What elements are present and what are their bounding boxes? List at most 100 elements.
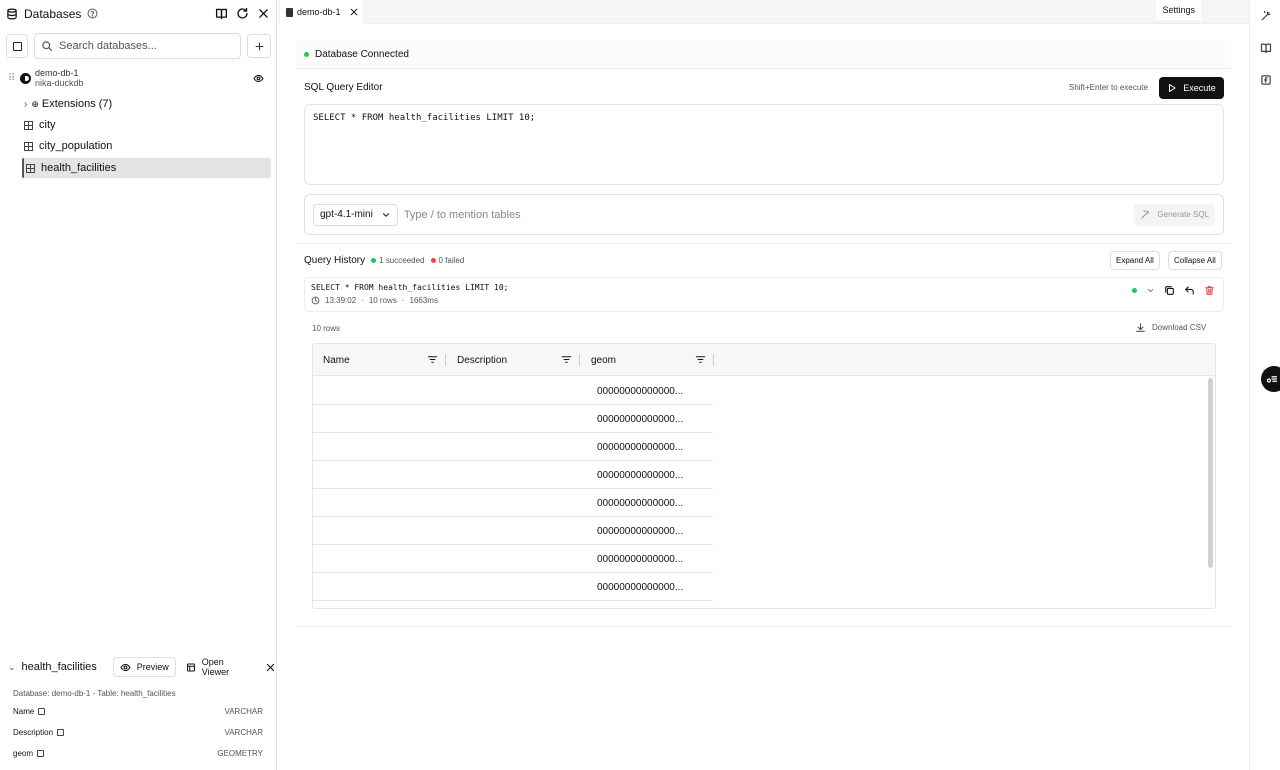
success-dot bbox=[371, 258, 377, 263]
history-meta: 13:39:02 · 10 rows · 1663ms bbox=[311, 296, 1217, 305]
table-row[interactable]: 00000000000000... bbox=[313, 489, 713, 517]
select-toggle-button[interactable] bbox=[6, 34, 28, 58]
open-column-icon[interactable] bbox=[38, 707, 46, 715]
open-viewer-button[interactable]: Open Viewer bbox=[182, 657, 253, 677]
history-time: 13:39:02 bbox=[325, 296, 357, 305]
divider bbox=[296, 243, 1231, 244]
cell-geom: 00000000000000... bbox=[597, 581, 684, 593]
table-item-city-population[interactable]: city_population bbox=[22, 136, 271, 156]
search-row bbox=[6, 33, 271, 59]
book-icon[interactable] bbox=[215, 7, 228, 20]
table-view-icon bbox=[186, 663, 195, 671]
database-icon bbox=[6, 8, 18, 20]
open-column-icon[interactable] bbox=[37, 749, 45, 757]
editor-title: SQL Query Editor bbox=[304, 82, 383, 93]
table-label: city_population bbox=[39, 140, 113, 152]
database-sidebar: Databases ⠿ demo-db-1 nika-duckdb bbox=[0, 0, 277, 770]
cell-geom: 00000000000000... bbox=[597, 469, 684, 481]
column-header-geom[interactable]: geom bbox=[581, 344, 714, 376]
filter-icon[interactable] bbox=[695, 354, 706, 365]
column-header-name[interactable]: Name bbox=[313, 344, 446, 376]
settings-button[interactable]: Settings bbox=[1156, 0, 1201, 20]
execute-button[interactable]: Execute bbox=[1159, 77, 1224, 99]
database-name: demo-db-1 bbox=[35, 68, 79, 78]
help-icon[interactable] bbox=[87, 8, 98, 19]
search-input[interactable] bbox=[59, 40, 239, 52]
table-item-health-facilities[interactable]: health_facilities bbox=[22, 158, 271, 178]
download-csv-label: Download CSV bbox=[1152, 323, 1207, 332]
download-icon bbox=[1136, 323, 1145, 332]
sidebar-title: Databases bbox=[24, 6, 82, 21]
magic-wand-icon[interactable] bbox=[1260, 10, 1272, 22]
column-header-description[interactable]: Description bbox=[447, 344, 580, 376]
database-file-icon bbox=[286, 7, 293, 17]
function-icon[interactable] bbox=[1260, 74, 1272, 86]
generate-sql-button[interactable]: Generate SQL bbox=[1134, 203, 1215, 226]
sql-editor[interactable]: SELECT * FROM health_facilities LIMIT 10… bbox=[304, 104, 1224, 185]
open-viewer-label: Open Viewer bbox=[201, 657, 230, 677]
preview-button[interactable]: Preview bbox=[112, 657, 176, 677]
preview-label: Preview bbox=[136, 662, 169, 672]
history-entry[interactable]: SELECT * FROM health_facilities LIMIT 10… bbox=[304, 277, 1224, 312]
history-rows: 10 rows bbox=[368, 296, 397, 305]
table-row[interactable]: 00000000000000... bbox=[313, 433, 713, 461]
add-database-button[interactable] bbox=[247, 34, 271, 58]
table-scrollbar[interactable] bbox=[1208, 378, 1213, 568]
trash-icon[interactable] bbox=[1204, 285, 1215, 296]
column-resizer[interactable] bbox=[579, 354, 580, 366]
book-icon[interactable] bbox=[1260, 42, 1272, 54]
filter-icon[interactable] bbox=[561, 354, 572, 365]
column-resizer[interactable] bbox=[445, 354, 446, 366]
chevron-down-icon bbox=[382, 212, 389, 217]
list-settings-icon bbox=[1266, 376, 1278, 383]
ai-prompt-input[interactable] bbox=[403, 208, 1004, 221]
table-row[interactable]: 00000000000000... bbox=[313, 545, 713, 573]
undo-icon[interactable] bbox=[1184, 285, 1195, 296]
column-name: geom bbox=[13, 748, 34, 758]
collapse-all-button[interactable]: Collapse All bbox=[1168, 251, 1222, 270]
sidebar-header: Databases bbox=[0, 0, 276, 27]
table-row[interactable]: 00000000000000... bbox=[313, 377, 713, 405]
chevron-down-icon[interactable] bbox=[1146, 286, 1155, 295]
column-resizer[interactable] bbox=[713, 354, 714, 366]
tab-demo-db-1[interactable]: demo-db-1 bbox=[280, 0, 363, 24]
column-row: geom GEOMETRY bbox=[13, 745, 263, 761]
column-header-label: Name bbox=[323, 354, 350, 366]
eye-icon[interactable] bbox=[253, 73, 264, 84]
extensions-label: Extensions (7) bbox=[41, 98, 113, 110]
table-label: city bbox=[39, 119, 56, 131]
play-icon bbox=[1169, 84, 1176, 92]
download-csv-button[interactable]: Download CSV bbox=[1135, 322, 1206, 333]
table-row[interactable]: 00000000000000... bbox=[313, 573, 713, 601]
succeeded-stat: 1 succeeded bbox=[371, 256, 425, 265]
cell-geom: 00000000000000... bbox=[597, 385, 684, 397]
expand-all-button[interactable]: Expand All bbox=[1110, 251, 1160, 270]
database-row[interactable]: ⠿ demo-db-1 nika-duckdb bbox=[8, 67, 270, 89]
table-row[interactable]: 00000000000000... bbox=[313, 405, 713, 433]
status-dot bbox=[304, 51, 309, 57]
table-row[interactable]: 00000000000000... bbox=[313, 461, 713, 489]
table-header: Name Description geom bbox=[313, 344, 1215, 376]
close-tab-icon[interactable] bbox=[349, 7, 359, 17]
history-title: Query History bbox=[304, 255, 366, 266]
chevron-down-icon[interactable]: ⌄ bbox=[8, 662, 16, 673]
history-duration: 1663ms bbox=[409, 296, 438, 305]
column-name: Name bbox=[13, 706, 35, 716]
drag-handle-icon[interactable]: ⠿ bbox=[8, 73, 18, 84]
close-icon[interactable] bbox=[257, 7, 270, 20]
connection-status: Database Connected bbox=[296, 40, 1231, 69]
table-row[interactable]: 00000000000000... bbox=[313, 517, 713, 545]
refresh-icon[interactable] bbox=[236, 7, 249, 20]
extensions-item[interactable]: › ⊕ Extensions (7) bbox=[22, 94, 271, 114]
open-column-icon[interactable] bbox=[57, 728, 65, 736]
details-table-name: health_facilities bbox=[21, 661, 97, 673]
duckdb-logo-icon bbox=[20, 72, 31, 84]
close-icon[interactable] bbox=[265, 662, 276, 673]
assistant-toggle-button[interactable] bbox=[1261, 366, 1280, 392]
search-icon bbox=[41, 40, 53, 52]
copy-icon[interactable] bbox=[1164, 285, 1175, 296]
filter-icon[interactable] bbox=[427, 354, 438, 365]
cell-geom: 00000000000000... bbox=[597, 525, 684, 537]
model-select[interactable]: gpt-4.1-mini bbox=[313, 203, 398, 226]
table-item-city[interactable]: city bbox=[22, 115, 271, 135]
